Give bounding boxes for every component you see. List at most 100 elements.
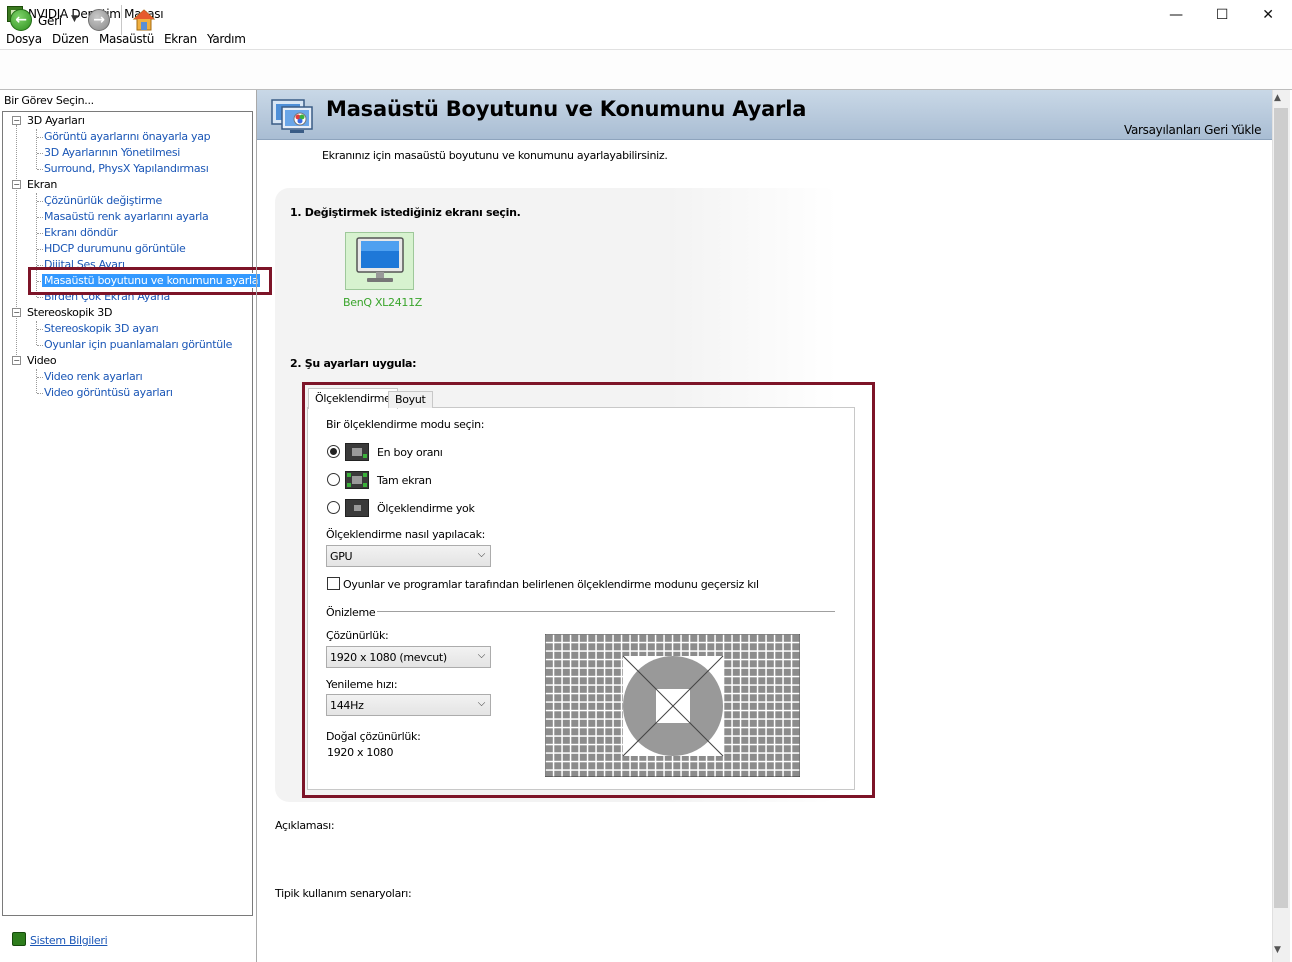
- scrollbar-thumb[interactable]: [1274, 108, 1288, 908]
- tab-scaling[interactable]: Ölçeklendirme: [308, 388, 398, 409]
- tree-item-change-resolution[interactable]: Çözünürlük değiştirme: [44, 194, 162, 207]
- tree-connector: [37, 265, 43, 266]
- scaling-mode-label: Bir ölçeklendirme modu seçin:: [326, 418, 485, 431]
- menu-edit[interactable]: Düzen: [52, 32, 89, 46]
- tree-collapse-icon[interactable]: −: [12, 180, 21, 189]
- perform-scaling-label: Ölçeklendirme nasıl yapılacak:: [326, 528, 486, 541]
- tree-group-3d-settings[interactable]: 3D Ayarları: [27, 114, 85, 127]
- override-scaling-checkbox[interactable]: [327, 577, 340, 590]
- aspect-ratio-icon: [345, 443, 369, 461]
- tree-collapse-icon[interactable]: −: [12, 116, 21, 125]
- override-scaling-label[interactable]: Oyunlar ve programlar tarafından belirle…: [343, 578, 759, 591]
- tree-item-game-ratings[interactable]: Oyunlar için puanlamaları görüntüle: [44, 338, 232, 351]
- perform-scaling-dropdown[interactable]: GPU ⌵: [326, 545, 491, 567]
- aspect-ratio-label[interactable]: En boy oranı: [377, 446, 443, 459]
- preview-divider: [377, 611, 835, 612]
- scroll-down-arrow-icon[interactable]: ▼: [1274, 945, 1281, 955]
- tree-connector: [37, 377, 43, 378]
- tree-connector: [37, 345, 43, 346]
- back-arrow-icon[interactable]: ←: [10, 9, 32, 31]
- tree-group-display[interactable]: Ekran: [27, 178, 57, 191]
- scaling-preview-image: [545, 634, 800, 777]
- tree-group-stereoscopic-3d[interactable]: Stereoskopik 3D: [27, 306, 112, 319]
- tree-connector: [16, 125, 17, 365]
- tree-item-rotate-display[interactable]: Ekranı döndür: [44, 226, 118, 239]
- system-info-icon[interactable]: [12, 932, 26, 946]
- full-screen-label[interactable]: Tam ekran: [377, 474, 432, 487]
- page-intro-text: Ekranınız için masaüstü boyutunu ve konu…: [322, 149, 668, 162]
- maximize-button[interactable]: ☐: [1199, 0, 1245, 29]
- tree-item-manage-3d[interactable]: 3D Ayarlarının Yönetilmesi: [44, 146, 180, 159]
- tree-connector: [37, 297, 43, 298]
- tree-connector: [36, 129, 37, 169]
- tree-connector: [36, 321, 37, 345]
- tree-connector: [37, 217, 43, 218]
- back-button-label[interactable]: Geri: [38, 14, 62, 28]
- tree-connector: [37, 169, 43, 170]
- chevron-down-icon: ⌵: [477, 650, 486, 661]
- monitor-name-label[interactable]: BenQ XL2411Z: [343, 296, 422, 309]
- title-bar: [0, 0, 1292, 29]
- tree-collapse-icon[interactable]: −: [12, 308, 21, 317]
- back-history-dropdown-icon[interactable]: ▼: [71, 14, 78, 24]
- scroll-up-arrow-icon[interactable]: ▲: [1274, 93, 1281, 103]
- native-resolution-value: 1920 x 1080: [327, 746, 394, 759]
- resolution-dropdown[interactable]: 1920 x 1080 (mevcut) ⌵: [326, 646, 491, 668]
- native-resolution-label: Doğal çözünürlük:: [326, 730, 421, 743]
- tree-item-video-image[interactable]: Video görüntüsü ayarları: [44, 386, 173, 399]
- refresh-rate-value: 144Hz: [330, 699, 364, 712]
- description-label: Açıklaması:: [275, 819, 335, 832]
- menu-desktop[interactable]: Masaüstü: [99, 32, 154, 46]
- tree-connector: [37, 329, 43, 330]
- forward-arrow-icon[interactable]: →: [88, 9, 110, 31]
- radio-full-screen[interactable]: [327, 473, 340, 486]
- toolbar-separator: [121, 5, 122, 35]
- tree-item-video-color[interactable]: Video renk ayarları: [44, 370, 143, 383]
- chevron-down-icon: ⌵: [477, 698, 486, 709]
- tab-size[interactable]: Boyut: [388, 391, 433, 408]
- desktop-monitor-icon: [271, 99, 313, 133]
- tree-connector: [37, 249, 43, 250]
- tree-item-desktop-color[interactable]: Masaüstü renk ayarlarını ayarla: [44, 210, 209, 223]
- preview-label: Önizleme: [326, 606, 376, 619]
- usage-scenarios-label: Tipik kullanım senaryoları:: [275, 887, 412, 900]
- tree-item-hdcp-status[interactable]: HDCP durumunu görüntüle: [44, 242, 186, 255]
- toolbar: [0, 49, 1292, 90]
- menu-help[interactable]: Yardım: [207, 32, 246, 46]
- tree-connector: [36, 369, 37, 393]
- system-info-link[interactable]: Sistem Bilgileri: [30, 934, 108, 947]
- close-button[interactable]: ✕: [1245, 0, 1291, 29]
- home-icon[interactable]: [132, 8, 156, 32]
- resolution-value: 1920 x 1080 (mevcut): [330, 651, 447, 664]
- menu-display[interactable]: Ekran: [164, 32, 197, 46]
- full-screen-icon: [345, 471, 369, 489]
- tree-connector: [37, 393, 43, 394]
- chevron-down-icon: ⌵: [477, 549, 486, 560]
- panel-divider: [256, 90, 257, 962]
- tree-collapse-icon[interactable]: −: [12, 356, 21, 365]
- tree-connector: [37, 137, 43, 138]
- refresh-rate-label: Yenileme hızı:: [326, 678, 398, 691]
- no-scaling-icon: [345, 499, 369, 517]
- tree-item-adjust-image-preview[interactable]: Görüntü ayarlarını önayarla yap: [44, 130, 211, 143]
- step2-title: 2. Şu ayarları uygula:: [290, 357, 417, 370]
- tree-connector: [37, 153, 43, 154]
- perform-scaling-value: GPU: [330, 550, 353, 563]
- tree-group-video[interactable]: Video: [27, 354, 57, 367]
- radio-no-scaling[interactable]: [327, 501, 340, 514]
- radio-aspect-ratio[interactable]: [327, 445, 340, 458]
- tree-connector: [37, 201, 43, 202]
- no-scaling-label[interactable]: Ölçeklendirme yok: [377, 502, 475, 515]
- tree-item-stereo-setup[interactable]: Stereoskopik 3D ayarı: [44, 322, 159, 335]
- page-title: Masaüstü Boyutunu ve Konumunu Ayarla: [326, 97, 807, 121]
- task-tree: [2, 111, 253, 916]
- refresh-rate-dropdown[interactable]: 144Hz ⌵: [326, 694, 491, 716]
- tree-item-surround-physx[interactable]: Surround, PhysX Yapılandırması: [44, 162, 209, 175]
- selection-highlight-box: [28, 267, 272, 295]
- restore-defaults-link[interactable]: Varsayılanları Geri Yükle: [1124, 123, 1261, 137]
- resolution-label: Çözünürlük:: [326, 629, 389, 642]
- task-panel-header: Bir Görev Seçin...: [4, 94, 94, 107]
- monitor-icon: [356, 237, 404, 282]
- minimize-button[interactable]: —: [1153, 0, 1199, 29]
- menu-file[interactable]: Dosya: [6, 32, 42, 46]
